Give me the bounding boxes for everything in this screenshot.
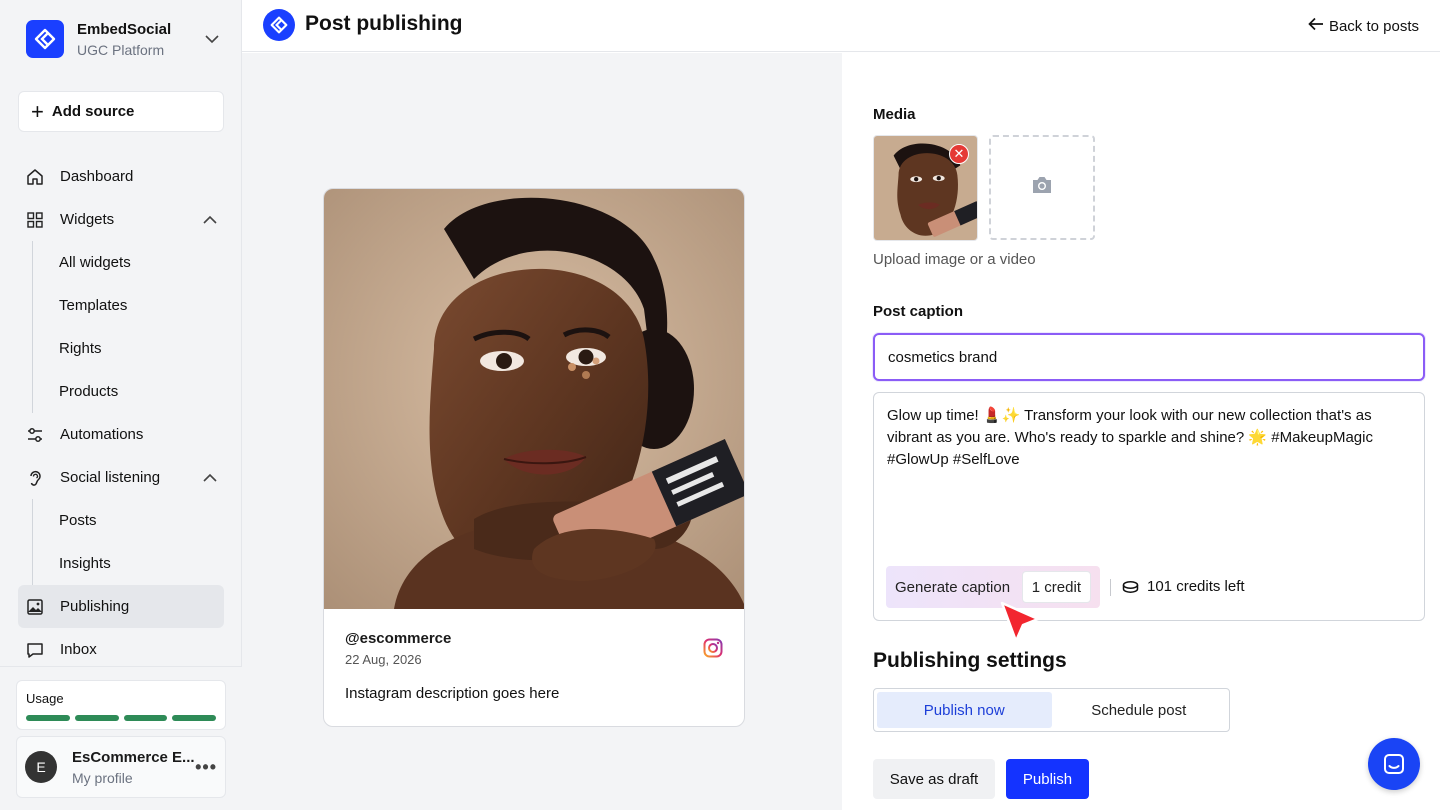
profile-card[interactable]: E EsCommerce E... My profile ••• [16,736,226,798]
publish-now-option[interactable]: Publish now [877,692,1052,728]
post-image [324,189,744,609]
sidebar-item-label: Posts [59,512,97,529]
usage-bar [74,715,119,721]
image-icon [26,598,44,616]
add-source-label: Add source [51,103,135,120]
sidebar-item-all-widgets[interactable]: All widgets [18,241,224,284]
caption-textarea[interactable]: Glow up time! 💄✨ Transform your look wit… [873,392,1425,621]
sidebar: EmbedSocial UGC Platform + Add source Da… [0,0,242,810]
profile-name: EsCommerce E... [72,748,195,766]
coins-icon [1122,580,1139,593]
post-caption-label: Post caption [873,303,964,320]
embedsocial-logo [26,20,64,58]
widgets-submenu: All widgets Templates Rights Products [18,241,224,413]
page-title: Post publishing [305,12,463,35]
chat-icon [26,641,44,659]
usage-card[interactable]: Usage [16,680,226,730]
sidebar-nav: Dashboard Widgets All widgets Templates … [18,155,224,671]
chevron-up-icon [202,212,218,232]
sidebar-item-automations[interactable]: Automations [18,413,224,456]
sidebar-item-label: Automations [60,426,144,443]
post-date: 22 Aug, 2026 [345,652,422,667]
more-icon[interactable]: ••• [195,757,217,778]
media-label: Media [873,106,916,123]
post-preview-card: @escommerce 22 Aug, 2026 Instagram descr… [323,188,745,727]
generate-caption-button[interactable]: Generate caption 1 credit [886,566,1100,608]
caption-text[interactable]: Glow up time! 💄✨ Transform your look wit… [887,405,1407,471]
profile-subtitle: My profile [72,769,133,786]
publish-mode-toggle: Publish now Schedule post [873,688,1230,732]
sidebar-item-widgets[interactable]: Widgets [18,198,224,241]
arrow-left-icon [1308,16,1324,36]
publish-button[interactable]: Publish [1006,759,1089,799]
home-icon [26,168,44,186]
back-to-posts-link[interactable]: Back to posts [1308,16,1419,36]
caption-prompt-input[interactable] [873,333,1425,381]
sidebar-item-posts[interactable]: Posts [18,499,224,542]
sidebar-item-templates[interactable]: Templates [18,284,224,327]
sidebar-item-dashboard[interactable]: Dashboard [18,155,224,198]
workspace-switcher[interactable]: EmbedSocial UGC Platform [26,18,226,60]
ear-icon [26,469,44,487]
sidebar-item-inbox[interactable]: Inbox [18,628,224,671]
sidebar-item-label: Social listening [60,469,161,486]
upload-media-dropzone[interactable] [989,135,1095,240]
sidebar-item-label: Widgets [60,211,115,228]
publishing-settings-title: Publishing settings [873,649,1067,672]
schedule-post-option[interactable]: Schedule post [1052,692,1227,728]
camera-icon [1031,176,1053,199]
remove-media-button[interactable]: ✕ [949,144,969,164]
usage-bar [26,715,70,721]
save-draft-button[interactable]: Save as draft [873,759,995,799]
brand-name: EmbedSocial [77,20,172,38]
page-header: Post publishing Back to posts [242,0,1440,52]
chevron-down-icon [204,31,220,52]
post-description: Instagram description goes here [345,685,560,702]
generate-caption-label: Generate caption [895,578,1011,596]
sidebar-item-label: Inbox [60,641,97,658]
plus-icon: + [31,98,44,124]
grid-icon [26,211,44,229]
brand-subtitle: UGC Platform [77,41,165,58]
post-preview-panel: @escommerce 22 Aug, 2026 Instagram descr… [242,53,842,810]
usage-meter [26,715,216,721]
divider [1110,579,1111,596]
sidebar-item-label: Publishing [60,598,130,615]
chevron-up-icon [202,470,218,490]
post-form-panel: Media ✕ Upload image or a video Post cap… [842,53,1440,810]
sidebar-item-publishing[interactable]: Publishing [18,585,224,628]
sidebar-item-social-listening[interactable]: Social listening [18,456,224,499]
usage-bar [123,715,168,721]
sidebar-item-label: Insights [59,555,111,572]
usage-bar [172,715,216,721]
support-chat-button[interactable] [1368,738,1420,790]
chat-bubble-icon [1384,754,1404,774]
post-handle: @escommerce [345,630,452,647]
credits-left-label: 101 credits left [1147,578,1245,595]
social-listening-submenu: Posts Insights [18,499,224,585]
sidebar-item-label: All widgets [59,254,131,271]
sidebar-item-insights[interactable]: Insights [18,542,224,585]
sidebar-item-label: Rights [59,340,102,357]
sidebar-item-rights[interactable]: Rights [18,327,224,370]
upload-hint: Upload image or a video [873,251,1036,268]
credits-remaining: 101 credits left [1122,578,1245,595]
sidebar-item-label: Products [59,383,119,400]
instagram-icon [703,638,723,663]
close-icon: ✕ [953,146,965,161]
avatar: E [25,751,57,783]
sidebar-item-label: Templates [59,297,128,314]
usage-label: Usage [26,691,64,706]
back-label: Back to posts [1328,17,1419,35]
sidebar-footer: Usage E EsCommerce E... My profile ••• [0,666,242,810]
sidebar-item-label: Dashboard [60,168,134,185]
add-source-button[interactable]: + Add source [18,91,224,132]
sliders-icon [26,426,44,444]
cursor-pointer-icon [1000,601,1040,643]
sidebar-item-products[interactable]: Products [18,370,224,413]
embedsocial-logo [263,9,295,41]
